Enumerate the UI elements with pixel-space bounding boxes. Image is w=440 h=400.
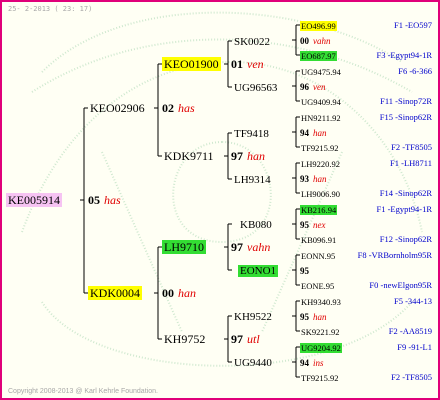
gen4-node-7[interactable]: KH9522 — [232, 309, 274, 324]
gen3-label-4: 97 utl — [231, 332, 260, 346]
gen5-sire-5[interactable]: KB216.94 — [300, 202, 338, 217]
gen2-node-sire[interactable]: KEO02906 — [88, 101, 147, 115]
gen5-dam-info-1: F3 -Egypt94-1R — [376, 50, 433, 60]
watermark-logo — [21, 11, 423, 367]
gen4-node-6[interactable]: EONO1 — [238, 263, 279, 278]
gen2-label-sire: 02 has — [162, 101, 195, 115]
gen2-node-dam[interactable]: KDK0004 — [88, 286, 142, 300]
gen5-dam-7[interactable]: SK9221.92 — [300, 324, 341, 339]
gen5-sire-info-6: F8 -VRBornholm95R — [357, 250, 432, 260]
gen5-sire-info-8: F9 -91-L1 — [397, 342, 432, 352]
gen2-label-dam: 00 han — [162, 286, 196, 300]
gen5-dam-4[interactable]: LH9006.90 — [300, 186, 341, 201]
gen5-label-4: 93 han — [300, 174, 327, 184]
gen5-label-5: 95 nex — [300, 220, 326, 230]
gen5-dam-info-6: F0 -newElgon95R — [369, 280, 432, 290]
gen5-dam-info-5: F12 -Sinop62R — [379, 234, 432, 244]
gen5-dam-info-7: F2 -AA8519 — [388, 326, 432, 336]
gen3-label-2: 97 han — [231, 149, 265, 163]
gen5-label-7: 95 han — [300, 312, 327, 322]
gen5-dam-3[interactable]: TF9215.92 — [300, 140, 340, 155]
gen4-node-4[interactable]: LH9314 — [232, 172, 273, 187]
gen3-node-4[interactable]: KH9752 — [162, 332, 207, 346]
root-label: 05 has — [88, 193, 121, 207]
gen3-node-1[interactable]: KEO01900 — [162, 57, 221, 71]
gen5-label-2: 96 ven — [300, 82, 326, 92]
gen3-label-3: 97 vahn — [231, 240, 271, 254]
gen5-dam-5[interactable]: KB096.91 — [300, 232, 337, 247]
pedigree-frame: 25- 2-2013 ( 23: 17) KE005914 05 has KEO… — [0, 0, 440, 400]
gen5-sire-8[interactable]: UG9204.92 — [300, 340, 342, 355]
gen5-label-6: 95 — [300, 266, 309, 276]
gen3-node-3[interactable]: LH9710 — [162, 240, 206, 254]
gen3-label-1: 01 ven — [231, 57, 264, 71]
gen5-sire-4[interactable]: LH9220.92 — [300, 156, 341, 171]
gen3-node-2[interactable]: KDK9711 — [162, 149, 216, 163]
gen5-label-3: 94 han — [300, 128, 327, 138]
header-timestamp: 25- 2-2013 ( 23: 17) — [8, 5, 93, 13]
gen5-dam-8[interactable]: TF9215.92 — [300, 370, 340, 385]
root-id: KE005914 — [6, 193, 62, 207]
gen5-dam-1[interactable]: EO687.97 — [300, 48, 337, 63]
gen5-dam-2[interactable]: UG9409.94 — [300, 94, 342, 109]
footer-copyright: Copyright 2008-2013 @ Karl Kehrle Founda… — [8, 388, 158, 395]
gen5-sire-info-1: F1 -EO597 — [393, 20, 432, 30]
gen5-sire-info-5: F1 -Egypt94-1R — [376, 204, 433, 214]
gen5-sire-3[interactable]: HN9211.92 — [300, 110, 342, 125]
gen5-sire-info-3: F15 -Sinop62R — [379, 112, 432, 122]
gen4-node-8[interactable]: UG9440 — [232, 355, 274, 370]
gen4-node-2[interactable]: UG96563 — [232, 80, 279, 95]
gen4-node-5[interactable]: KB080 — [238, 217, 274, 232]
gen5-dam-info-3: F2 -TF8505 — [391, 142, 432, 152]
gen5-sire-7[interactable]: KH9340.93 — [300, 294, 342, 309]
gen5-sire-1[interactable]: EO496.99 — [300, 18, 337, 33]
gen5-sire-2[interactable]: UG9475.94 — [300, 64, 342, 79]
gen5-sire-info-4: F1 -LH8711 — [390, 158, 432, 168]
gen5-dam-info-8: F2 -TF8505 — [391, 372, 432, 382]
gen5-dam-info-4: F14 -Sinop62R — [379, 188, 432, 198]
gen5-sire-info-7: F5 -344-13 — [393, 296, 432, 306]
gen4-node-3[interactable]: TF9418 — [232, 126, 271, 141]
gen5-label-1: 00 vahn — [300, 36, 331, 46]
gen5-dam-6[interactable]: EONE.95 — [300, 278, 335, 293]
gen5-dam-info-2: F11 -Sinop72R — [380, 96, 432, 106]
gen5-sire-6[interactable]: EONN.95 — [300, 248, 336, 263]
root-node[interactable]: KE005914 — [6, 193, 62, 207]
gen4-node-1[interactable]: SK0022 — [232, 34, 272, 49]
gen5-label-8: 94 ins — [300, 358, 324, 368]
gen5-sire-info-2: F6 -6-366 — [398, 66, 432, 76]
